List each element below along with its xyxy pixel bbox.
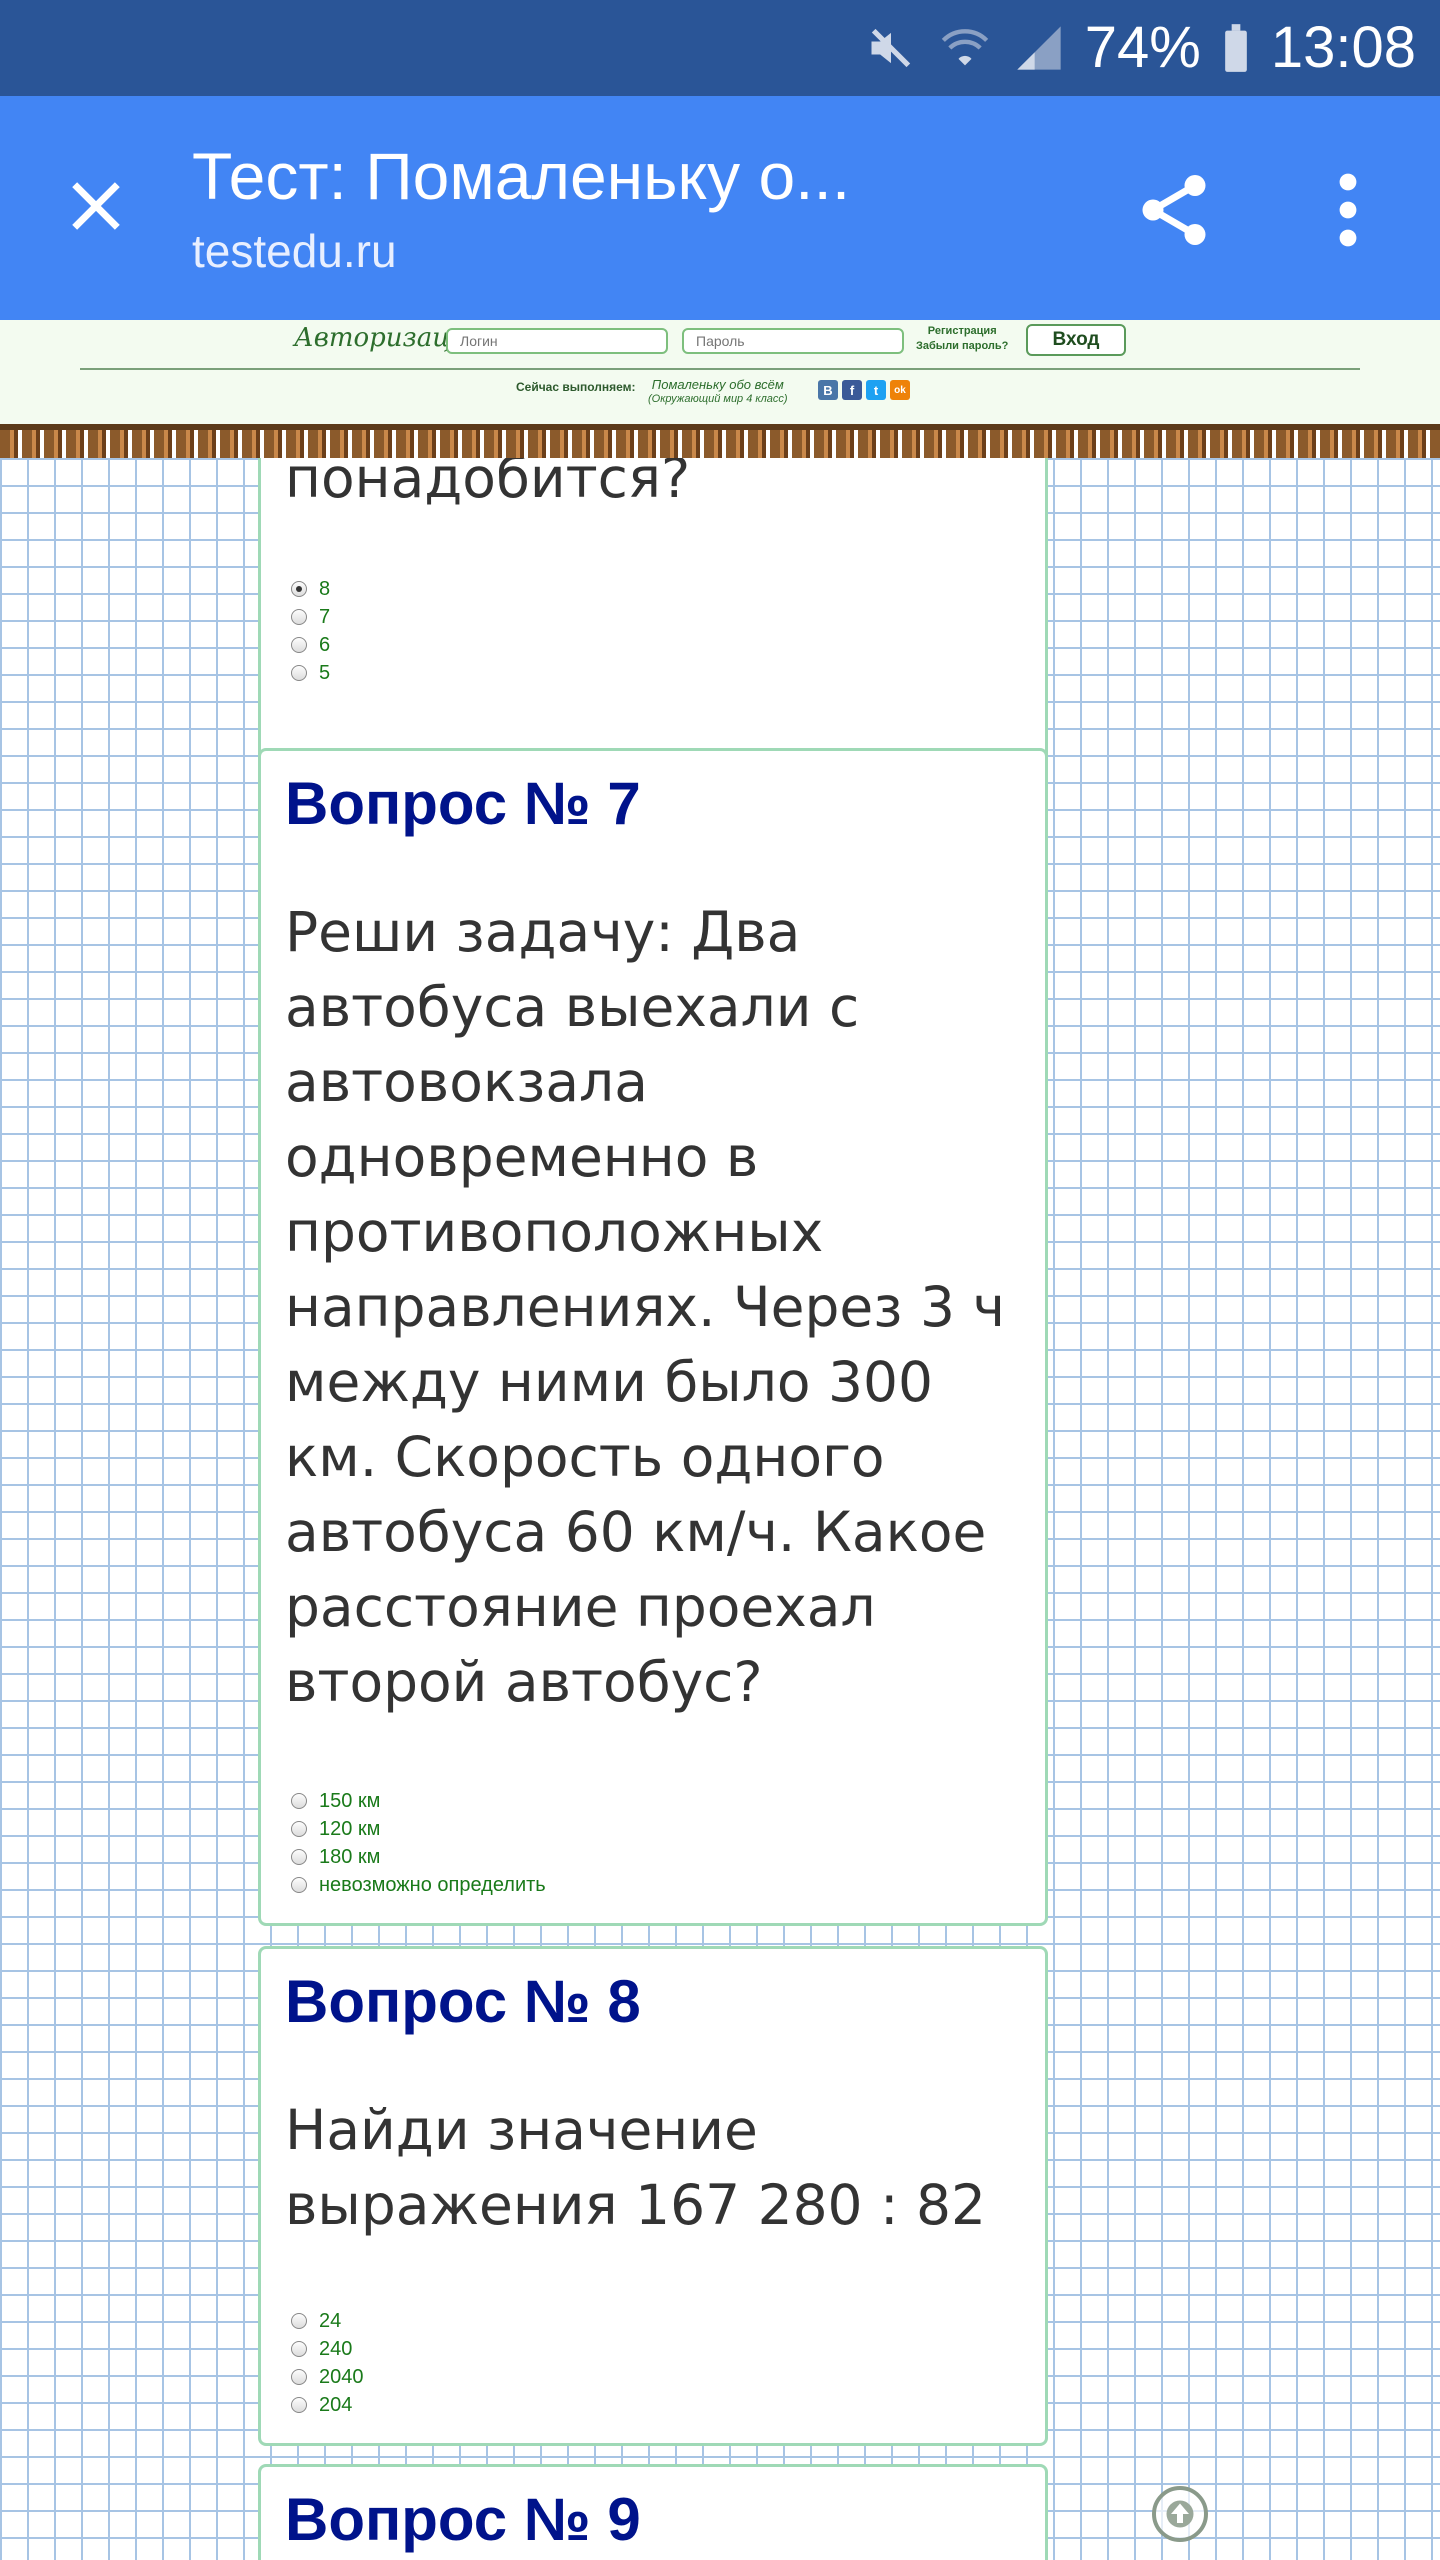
test-content: понадобится? 8 7 6 5 Вопрос № 7 Реши зад… [0, 458, 1440, 2560]
answer-option[interactable]: 8 [291, 575, 330, 603]
answer-options: 8 7 6 5 [291, 575, 330, 687]
answer-option[interactable]: 2040 [291, 2363, 364, 2391]
battery-percent: 74% [1084, 15, 1201, 80]
facebook-icon[interactable]: f [842, 380, 862, 400]
question-card-9: Вопрос № 9 [258, 2464, 1048, 2560]
custom-tab-toolbar: Тест: Помаленьку о... testedu.ru [0, 96, 1440, 320]
radio-button[interactable] [291, 1793, 307, 1809]
answer-option[interactable]: 180 км [291, 1843, 546, 1871]
radio-button[interactable] [291, 637, 307, 653]
question-text: Реши задачу: Два автобуса выехали с авто… [285, 900, 1005, 1714]
login-button[interactable]: Вход [1026, 324, 1126, 356]
page-url: testedu.ru [192, 225, 397, 277]
answer-option[interactable]: 204 [291, 2391, 364, 2419]
battery-icon [1219, 20, 1253, 76]
twitter-icon[interactable]: t [866, 380, 886, 400]
close-icon[interactable] [48, 158, 144, 254]
answer-option[interactable]: 7 [291, 603, 330, 631]
question-heading: Вопрос № 9 [285, 2486, 641, 2553]
radio-button[interactable] [291, 2369, 307, 2385]
answer-option[interactable]: 120 км [291, 1815, 546, 1843]
password-input[interactable] [682, 328, 904, 354]
signal-icon [1011, 20, 1067, 76]
question-heading: Вопрос № 7 [285, 770, 641, 837]
radio-button[interactable] [291, 581, 307, 597]
radio-button[interactable] [291, 2341, 307, 2357]
answer-option[interactable]: 6 [291, 631, 330, 659]
status-bar: 74% 13:08 [0, 0, 1440, 96]
social-buttons: В f t ok [818, 380, 910, 400]
radio-button[interactable] [291, 1877, 307, 1893]
question-text: понадобится? [285, 458, 691, 510]
odnoklassniki-icon[interactable]: ok [890, 380, 910, 400]
site-header: Авторизация Регистрация Забыли пароль? В… [0, 320, 1440, 424]
radio-button[interactable] [291, 1849, 307, 1865]
question-card-8: Вопрос № 8 Найди значение выражения 167 … [258, 1946, 1048, 2446]
auth-links: Регистрация Забыли пароль? [916, 324, 1008, 354]
now-title-text: Помаленьку обо всём [651, 377, 784, 392]
forgot-password-link[interactable]: Забыли пароль? [916, 339, 1008, 354]
answer-option[interactable]: невозможно определить [291, 1871, 546, 1899]
answer-options: 24 240 2040 204 [291, 2307, 364, 2419]
answer-options: 150 км 120 км 180 км невозможно определи… [291, 1787, 546, 1899]
question-text: Найди значение выражения 167 280 : 82 [285, 2098, 987, 2237]
answer-option[interactable]: 150 км [291, 1787, 546, 1815]
header-divider [80, 368, 1360, 370]
radio-button[interactable] [291, 609, 307, 625]
mute-icon [863, 20, 919, 76]
wifi-icon [937, 20, 993, 76]
radio-button[interactable] [291, 2397, 307, 2413]
more-vert-icon[interactable] [1300, 162, 1396, 258]
share-icon[interactable] [1126, 162, 1222, 258]
radio-button[interactable] [291, 665, 307, 681]
clock: 13:08 [1270, 15, 1416, 80]
question-card-7: Вопрос № 7 Реши задачу: Два автобуса вые… [258, 748, 1048, 1926]
now-title: Помаленьку обо всём (Окружающий мир 4 кл… [648, 378, 788, 406]
radio-button[interactable] [291, 1821, 307, 1837]
now-subtitle: (Окружающий мир 4 класс) [648, 393, 788, 405]
page-title: Тест: Помаленьку о... [192, 139, 851, 213]
radio-button[interactable] [291, 2313, 307, 2329]
arrow-up-icon [1166, 2500, 1194, 2528]
register-link[interactable]: Регистрация [916, 324, 1008, 339]
vk-icon[interactable]: В [818, 380, 838, 400]
question-heading: Вопрос № 8 [285, 1968, 641, 2035]
login-input[interactable] [446, 328, 668, 354]
spiral-binding [0, 424, 1440, 458]
answer-option[interactable]: 24 [291, 2307, 364, 2335]
answer-option[interactable]: 240 [291, 2335, 364, 2363]
scroll-to-top-button[interactable] [1152, 2486, 1208, 2542]
answer-option[interactable]: 5 [291, 659, 330, 687]
now-label: Сейчас выполняем: [516, 380, 636, 394]
